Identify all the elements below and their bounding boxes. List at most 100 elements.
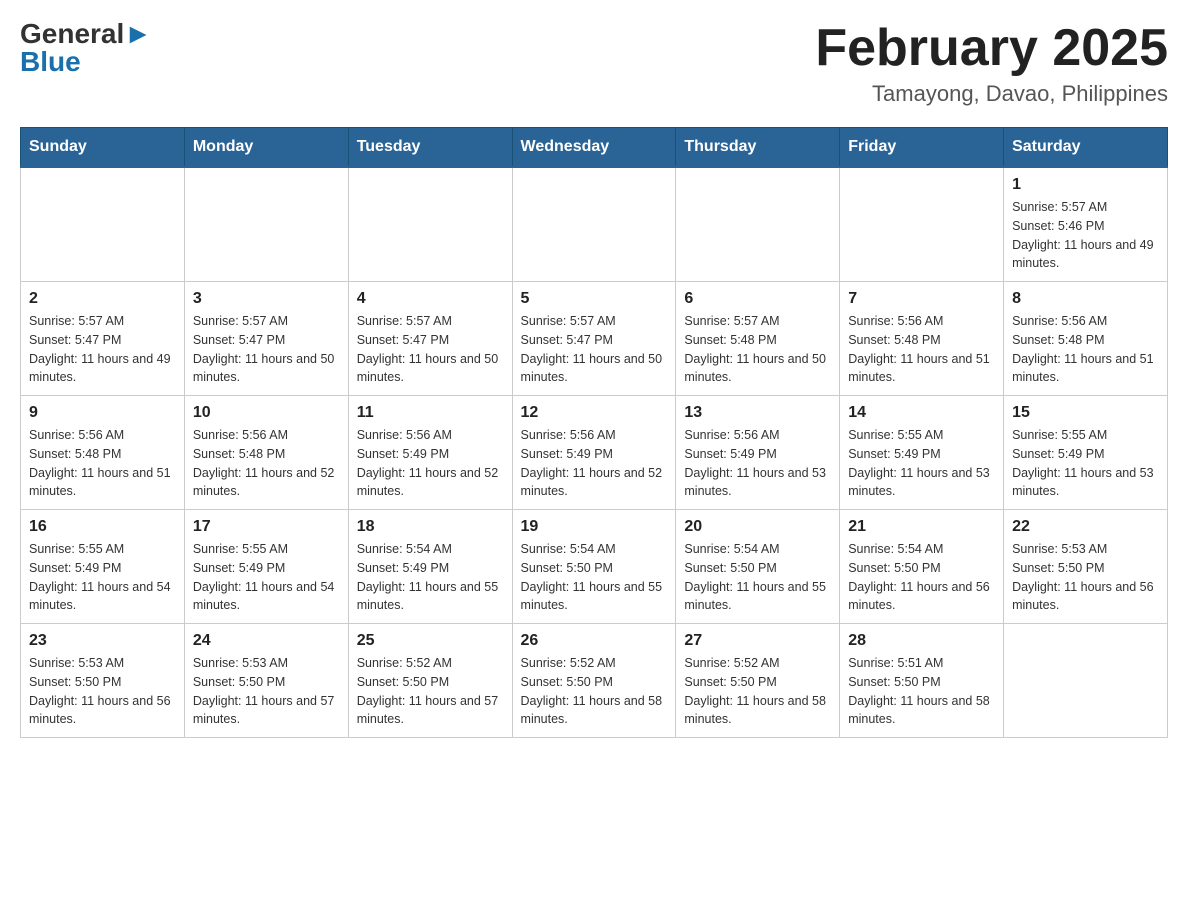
day-info: Sunrise: 5:57 AMSunset: 5:47 PMDaylight:… xyxy=(193,312,340,387)
day-info: Sunrise: 5:57 AMSunset: 5:47 PMDaylight:… xyxy=(357,312,504,387)
day-info: Sunrise: 5:53 AMSunset: 5:50 PMDaylight:… xyxy=(1012,540,1159,615)
day-number: 16 xyxy=(29,518,176,536)
weekday-header-wednesday: Wednesday xyxy=(512,128,676,168)
calendar-cell: 19 Sunrise: 5:54 AMSunset: 5:50 PMDayligh… xyxy=(512,510,676,624)
day-number: 17 xyxy=(193,518,340,536)
day-number: 13 xyxy=(684,404,831,422)
calendar-cell: 28 Sunrise: 5:51 AMSunset: 5:50 PMDayligh… xyxy=(840,624,1004,738)
day-info: Sunrise: 5:52 AMSunset: 5:50 PMDaylight:… xyxy=(521,654,668,729)
title-block: February 2025 Tamayong, Davao, Philippin… xyxy=(815,20,1168,107)
logo-general-text: General► xyxy=(20,20,152,48)
calendar-cell: 3Sunrise: 5:57 AMSunset: 5:47 PMDaylight… xyxy=(184,282,348,396)
day-number: 11 xyxy=(357,404,504,422)
day-info: Sunrise: 5:57 AMSunset: 5:46 PMDaylight:… xyxy=(1012,198,1159,273)
logo-arrow: ► xyxy=(124,18,152,49)
day-number: 24 xyxy=(193,632,340,650)
day-info: Sunrise: 5:55 AMSunset: 5:49 PMDaylight:… xyxy=(848,426,995,501)
calendar-cell: 11 Sunrise: 5:56 AMSunset: 5:49 PMDayligh… xyxy=(348,396,512,510)
day-info: Sunrise: 5:57 AMSunset: 5:47 PMDaylight:… xyxy=(29,312,176,387)
calendar-cell: 14 Sunrise: 5:55 AMSunset: 5:49 PMDayligh… xyxy=(840,396,1004,510)
day-info: Sunrise: 5:57 AMSunset: 5:47 PMDaylight:… xyxy=(521,312,668,387)
calendar-week-row: 9 Sunrise: 5:56 AMSunset: 5:48 PMDaylight… xyxy=(21,396,1168,510)
calendar-cell: 20Sunrise: 5:54 AMSunset: 5:50 PMDayligh… xyxy=(676,510,840,624)
calendar-cell: 25 Sunrise: 5:52 AMSunset: 5:50 PMDayligh… xyxy=(348,624,512,738)
day-number: 4 xyxy=(357,290,504,308)
calendar-cell: 16 Sunrise: 5:55 AMSunset: 5:49 PMDayligh… xyxy=(21,510,185,624)
calendar-cell: 10Sunrise: 5:56 AMSunset: 5:48 PMDayligh… xyxy=(184,396,348,510)
calendar-week-row: 1 Sunrise: 5:57 AMSunset: 5:46 PMDaylight… xyxy=(21,167,1168,282)
day-number: 5 xyxy=(521,290,668,308)
calendar-table: SundayMondayTuesdayWednesdayThursdayFrid… xyxy=(20,127,1168,738)
calendar-cell xyxy=(21,167,185,282)
day-info: Sunrise: 5:52 AMSunset: 5:50 PMDaylight:… xyxy=(357,654,504,729)
calendar-week-row: 16 Sunrise: 5:55 AMSunset: 5:49 PMDayligh… xyxy=(21,510,1168,624)
day-number: 8 xyxy=(1012,290,1159,308)
day-number: 14 xyxy=(848,404,995,422)
calendar-cell: 13 Sunrise: 5:56 AMSunset: 5:49 PMDayligh… xyxy=(676,396,840,510)
calendar-cell: 5 Sunrise: 5:57 AMSunset: 5:47 PMDaylight… xyxy=(512,282,676,396)
day-info: Sunrise: 5:57 AMSunset: 5:48 PMDaylight:… xyxy=(684,312,831,387)
day-number: 19 xyxy=(521,518,668,536)
day-info: Sunrise: 5:56 AMSunset: 5:48 PMDaylight:… xyxy=(29,426,176,501)
day-info: Sunrise: 5:54 AMSunset: 5:50 PMDaylight:… xyxy=(521,540,668,615)
calendar-cell: 12Sunrise: 5:56 AMSunset: 5:49 PMDayligh… xyxy=(512,396,676,510)
day-number: 26 xyxy=(521,632,668,650)
day-number: 22 xyxy=(1012,518,1159,536)
calendar-cell: 22 Sunrise: 5:53 AMSunset: 5:50 PMDayligh… xyxy=(1004,510,1168,624)
page-header: General► Blue February 2025 Tamayong, Da… xyxy=(20,20,1168,107)
calendar-cell: 4 Sunrise: 5:57 AMSunset: 5:47 PMDaylight… xyxy=(348,282,512,396)
calendar-cell: 2 Sunrise: 5:57 AMSunset: 5:47 PMDaylight… xyxy=(21,282,185,396)
calendar-cell xyxy=(512,167,676,282)
day-info: Sunrise: 5:56 AMSunset: 5:48 PMDaylight:… xyxy=(1012,312,1159,387)
day-number: 25 xyxy=(357,632,504,650)
logo: General► Blue xyxy=(20,20,152,76)
day-info: Sunrise: 5:55 AMSunset: 5:49 PMDaylight:… xyxy=(29,540,176,615)
day-number: 1 xyxy=(1012,176,1159,194)
day-info: Sunrise: 5:51 AMSunset: 5:50 PMDaylight:… xyxy=(848,654,995,729)
day-info: Sunrise: 5:55 AMSunset: 5:49 PMDaylight:… xyxy=(193,540,340,615)
calendar-cell: 15 Sunrise: 5:55 AMSunset: 5:49 PMDayligh… xyxy=(1004,396,1168,510)
calendar-week-row: 2 Sunrise: 5:57 AMSunset: 5:47 PMDaylight… xyxy=(21,282,1168,396)
day-number: 18 xyxy=(357,518,504,536)
calendar-week-row: 23 Sunrise: 5:53 AMSunset: 5:50 PMDayligh… xyxy=(21,624,1168,738)
day-info: Sunrise: 5:56 AMSunset: 5:49 PMDaylight:… xyxy=(684,426,831,501)
day-info: Sunrise: 5:54 AMSunset: 5:50 PMDaylight:… xyxy=(848,540,995,615)
day-info: Sunrise: 5:53 AMSunset: 5:50 PMDaylight:… xyxy=(193,654,340,729)
weekday-header-sunday: Sunday xyxy=(21,128,185,168)
day-number: 28 xyxy=(848,632,995,650)
calendar-cell xyxy=(676,167,840,282)
day-number: 2 xyxy=(29,290,176,308)
day-number: 23 xyxy=(29,632,176,650)
day-info: Sunrise: 5:56 AMSunset: 5:48 PMDaylight:… xyxy=(193,426,340,501)
day-info: Sunrise: 5:54 AMSunset: 5:49 PMDaylight:… xyxy=(357,540,504,615)
weekday-header-saturday: Saturday xyxy=(1004,128,1168,168)
day-info: Sunrise: 5:52 AMSunset: 5:50 PMDaylight:… xyxy=(684,654,831,729)
weekday-header-monday: Monday xyxy=(184,128,348,168)
day-number: 7 xyxy=(848,290,995,308)
day-info: Sunrise: 5:56 AMSunset: 5:49 PMDaylight:… xyxy=(357,426,504,501)
day-info: Sunrise: 5:56 AMSunset: 5:48 PMDaylight:… xyxy=(848,312,995,387)
day-number: 20 xyxy=(684,518,831,536)
calendar-cell: 9 Sunrise: 5:56 AMSunset: 5:48 PMDaylight… xyxy=(21,396,185,510)
calendar-cell: 7 Sunrise: 5:56 AMSunset: 5:48 PMDaylight… xyxy=(840,282,1004,396)
day-info: Sunrise: 5:53 AMSunset: 5:50 PMDaylight:… xyxy=(29,654,176,729)
day-number: 9 xyxy=(29,404,176,422)
calendar-cell: 21 Sunrise: 5:54 AMSunset: 5:50 PMDayligh… xyxy=(840,510,1004,624)
calendar-cell: 26 Sunrise: 5:52 AMSunset: 5:50 PMDayligh… xyxy=(512,624,676,738)
day-number: 6 xyxy=(684,290,831,308)
calendar-cell xyxy=(184,167,348,282)
calendar-header-row: SundayMondayTuesdayWednesdayThursdayFrid… xyxy=(21,128,1168,168)
weekday-header-thursday: Thursday xyxy=(676,128,840,168)
logo-blue-text: Blue xyxy=(20,48,81,76)
weekday-header-tuesday: Tuesday xyxy=(348,128,512,168)
day-info: Sunrise: 5:55 AMSunset: 5:49 PMDaylight:… xyxy=(1012,426,1159,501)
month-title: February 2025 xyxy=(815,20,1168,77)
calendar-cell xyxy=(348,167,512,282)
day-number: 27 xyxy=(684,632,831,650)
calendar-cell: 18 Sunrise: 5:54 AMSunset: 5:49 PMDayligh… xyxy=(348,510,512,624)
weekday-header-friday: Friday xyxy=(840,128,1004,168)
calendar-cell: 8 Sunrise: 5:56 AMSunset: 5:48 PMDaylight… xyxy=(1004,282,1168,396)
day-number: 21 xyxy=(848,518,995,536)
day-number: 15 xyxy=(1012,404,1159,422)
calendar-cell: 1 Sunrise: 5:57 AMSunset: 5:46 PMDaylight… xyxy=(1004,167,1168,282)
